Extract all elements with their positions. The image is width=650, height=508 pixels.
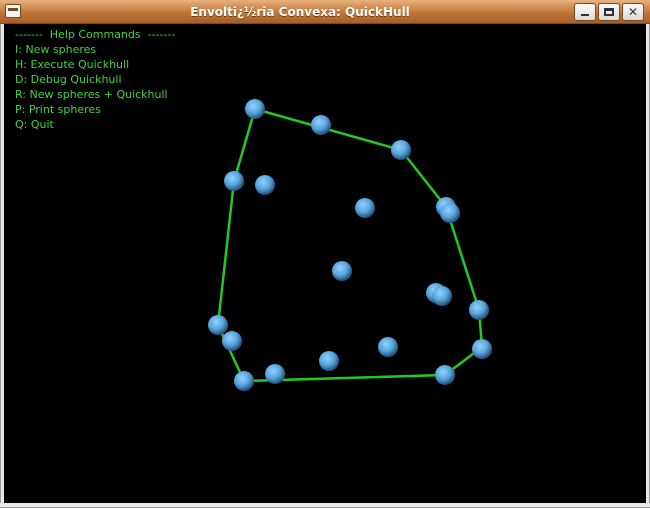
sphere — [440, 203, 460, 223]
window-frame-right — [646, 24, 650, 508]
sphere — [355, 198, 375, 218]
sphere — [234, 371, 254, 391]
sphere — [472, 339, 492, 359]
help-command: R: New spheres + Quickhull — [15, 88, 168, 101]
maximize-icon — [604, 8, 614, 16]
sphere — [332, 261, 352, 281]
help-command: I: New spheres — [15, 43, 97, 56]
window-menu-icon[interactable] — [5, 4, 21, 18]
sphere — [311, 115, 331, 135]
help-header: ------- Help Commands ------- — [15, 28, 176, 41]
sphere — [208, 315, 228, 335]
help-commands-panel: ------- Help Commands ------- I: New sph… — [15, 27, 175, 132]
sphere — [245, 99, 265, 119]
close-button[interactable]: ✕ — [622, 3, 644, 21]
minimize-icon — [581, 14, 589, 16]
title-bar[interactable]: Envolti¿½ria Convexa: QuickHull ✕ — [0, 0, 650, 24]
help-command: P: Print spheres — [15, 103, 101, 116]
sphere — [319, 351, 339, 371]
sphere — [255, 175, 275, 195]
close-icon: ✕ — [627, 5, 639, 19]
spheres — [208, 99, 492, 391]
sphere — [222, 331, 242, 351]
sphere — [265, 364, 285, 384]
convex-hull-outline — [216, 107, 484, 383]
sphere — [224, 171, 244, 191]
sphere — [432, 286, 452, 306]
sphere — [469, 300, 489, 320]
minimize-button[interactable] — [574, 3, 596, 21]
maximize-button[interactable] — [598, 3, 620, 21]
window-title: Envolti¿½ria Convexa: QuickHull — [190, 5, 410, 19]
sphere — [391, 140, 411, 160]
sphere — [378, 337, 398, 357]
help-command: H: Execute Quickhull — [15, 58, 130, 71]
help-command: D: Debug Quickhull — [15, 73, 122, 86]
opengl-canvas[interactable]: ------- Help Commands ------- I: New sph… — [4, 24, 646, 503]
help-command: Q: Quit — [15, 118, 54, 131]
sphere — [435, 365, 455, 385]
window-frame-bottom — [0, 503, 650, 508]
app-window: Envolti¿½ria Convexa: QuickHull ✕ ------… — [0, 0, 650, 508]
